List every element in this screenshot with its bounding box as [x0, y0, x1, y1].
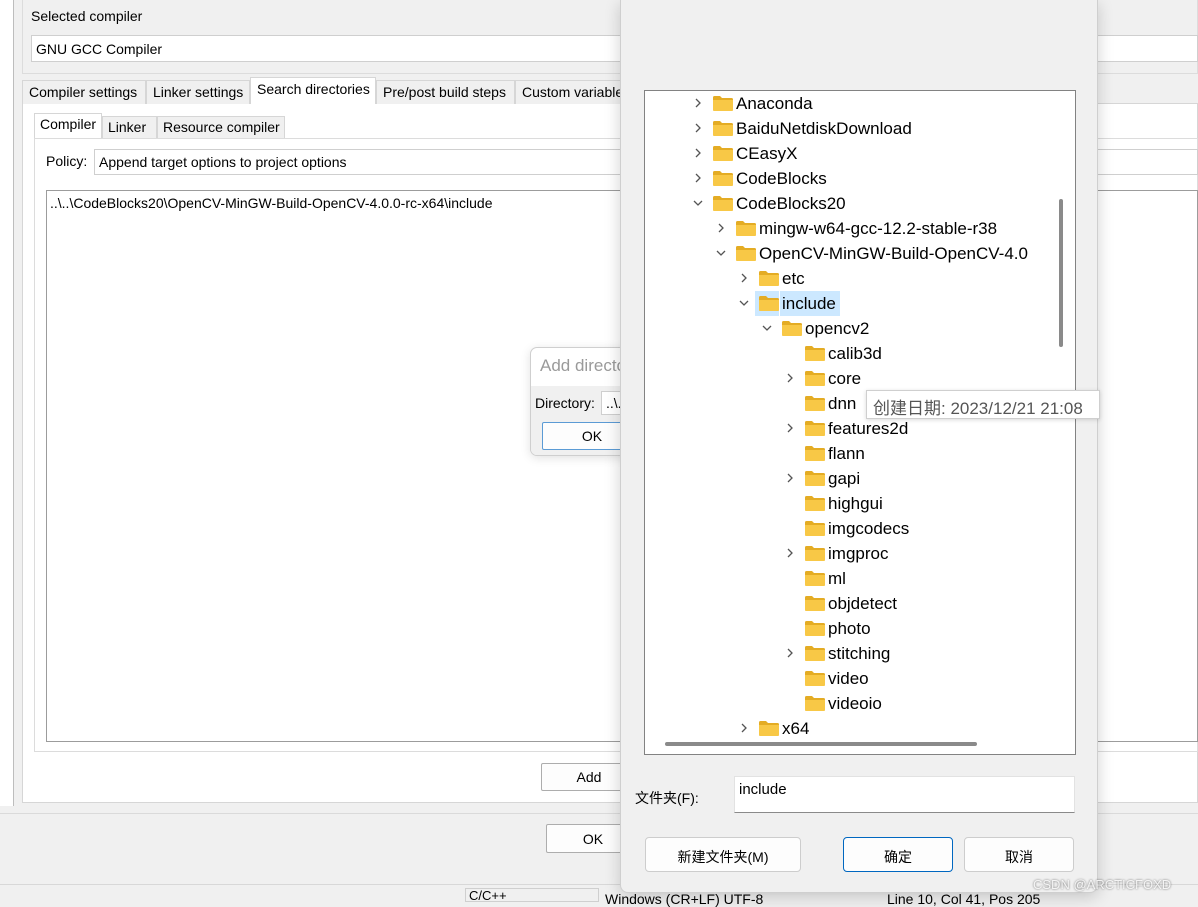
folder-tree-item-label: CEasyX	[736, 144, 798, 163]
folder-tree-item-label: ml	[828, 569, 846, 588]
folder-icon	[805, 446, 825, 461]
folder-tree-item-label: imgcodecs	[828, 519, 910, 538]
selected-compiler-label: Selected compiler	[31, 8, 143, 24]
tab-custom-variables[interactable]: Custom variable	[515, 80, 625, 104]
tab-compiler-settings[interactable]: Compiler settings	[22, 80, 146, 104]
folder-icon	[713, 121, 733, 136]
folder-tree-item-label: objdetect	[828, 594, 897, 613]
folder-icon	[805, 396, 825, 411]
folder-name-input[interactable]: include	[734, 776, 1075, 813]
folder-icon	[805, 521, 825, 536]
folder-tree-item-label: OpenCV-MinGW-Build-OpenCV-4.0	[759, 244, 1028, 263]
chevron-right-icon[interactable]	[785, 373, 795, 383]
folder-icon	[736, 246, 756, 261]
directory-list-item[interactable]: ..\..\CodeBlocks20\OpenCV-MinGW-Build-Op…	[50, 195, 493, 211]
folder-label: 文件夹(F):	[635, 790, 699, 806]
folder-tree-item-label: imgproc	[828, 544, 889, 563]
folder-tree-item-label: photo	[828, 619, 871, 638]
browse-folder-dialog: Anaconda BaiduNetdiskDownload CEasyX CodeBl…	[620, 0, 1098, 893]
folder-icon	[759, 271, 779, 286]
folder-icon	[805, 596, 825, 611]
folder-tree-item-label: gapi	[828, 469, 861, 488]
folder-icon	[805, 471, 825, 486]
folder-tree-item-label: x64	[782, 719, 810, 738]
folder-tree-item-label: flann	[828, 444, 865, 463]
folder-tree-item-label: Anaconda	[736, 94, 813, 113]
horizontal-scrollbar[interactable]	[665, 742, 977, 746]
folder-icon	[805, 346, 825, 361]
folder-icon	[782, 321, 802, 336]
chevron-right-icon[interactable]	[785, 548, 795, 558]
subtab-compiler[interactable]: Compiler	[34, 113, 102, 138]
cancel-button[interactable]: 取消	[964, 837, 1074, 872]
folder-tree-item-label: opencv2	[805, 319, 870, 338]
folder-tree-item-label: BaiduNetdiskDownload	[736, 119, 912, 138]
folder-icon	[805, 696, 825, 711]
folder-tree-item-label: CodeBlocks	[736, 169, 827, 188]
chevron-right-icon[interactable]	[693, 123, 703, 133]
chevron-down-icon[interactable]	[762, 323, 772, 333]
folder-icon	[805, 646, 825, 661]
folder-icon	[713, 146, 733, 161]
folder-tree-item-label: dnn	[828, 394, 857, 413]
chevron-right-icon[interactable]	[693, 98, 703, 108]
chevron-down-icon[interactable]	[693, 198, 703, 208]
folder-tree-item-label: CodeBlocks20	[736, 194, 846, 213]
subtab-resource-compiler[interactable]: Resource compiler	[157, 116, 285, 138]
folder-tree-item-label: stitching	[828, 644, 891, 663]
directory-label: Directory:	[535, 395, 595, 411]
folder-tree-item-label: include	[780, 291, 840, 316]
vertical-scrollbar[interactable]	[1059, 199, 1063, 347]
folder-tree-item-label: videoio	[828, 694, 882, 713]
folder-tree-item-label: etc	[782, 269, 805, 288]
folder-tree-item-label: mingw-w64-gcc-12.2-stable-r38	[759, 219, 998, 238]
chevron-right-icon[interactable]	[693, 173, 703, 183]
chevron-right-icon[interactable]	[785, 648, 795, 658]
created-date-tooltip: 创建日期: 2023/12/21 21:08	[866, 390, 1100, 419]
policy-label: Policy:	[46, 153, 88, 169]
folder-tree-item-label: features2d	[828, 419, 909, 438]
chevron-right-icon[interactable]	[739, 723, 749, 733]
chevron-right-icon[interactable]	[785, 423, 795, 433]
folder-tree-item-label: highgui	[828, 494, 883, 513]
chevron-down-icon[interactable]	[739, 298, 749, 308]
folder-icon	[713, 171, 733, 186]
status-encoding: Windows (CR+LF) UTF-8	[605, 891, 764, 907]
folder-icon	[805, 546, 825, 561]
status-language: C/C++	[465, 888, 599, 902]
subtab-linker[interactable]: Linker	[102, 116, 157, 138]
chevron-down-icon[interactable]	[716, 248, 726, 258]
chevron-right-icon[interactable]	[716, 223, 726, 233]
tab-search-directories[interactable]: Search directories	[250, 77, 376, 104]
chevron-right-icon[interactable]	[785, 473, 795, 483]
new-folder-button[interactable]: 新建文件夹(M)	[645, 837, 801, 872]
folder-icon	[805, 496, 825, 511]
folder-icon	[713, 96, 733, 111]
folder-tree-view[interactable]: Anaconda BaiduNetdiskDownload CEasyX CodeBl…	[644, 90, 1076, 755]
folder-icon	[759, 721, 779, 736]
folder-icon	[713, 196, 733, 211]
watermark: CSDN @ARCTICFOXD	[1033, 877, 1172, 892]
folder-tree-item-label: video	[828, 669, 869, 688]
folder-tree-item-label: calib3d	[828, 344, 882, 363]
confirm-button[interactable]: 确定	[843, 837, 953, 872]
chevron-right-icon[interactable]	[693, 148, 703, 158]
left-panel-strip	[0, 0, 14, 806]
folder-icon	[736, 221, 756, 236]
chevron-right-icon[interactable]	[739, 273, 749, 283]
tab-pre-post-build-steps[interactable]: Pre/post build steps	[376, 80, 515, 104]
folder-icon	[805, 571, 825, 586]
folder-icon	[805, 371, 825, 386]
folder-icon	[805, 671, 825, 686]
folder-icon	[805, 421, 825, 436]
tab-linker-settings[interactable]: Linker settings	[146, 80, 250, 104]
folder-icon	[759, 296, 779, 311]
folder-icon	[805, 621, 825, 636]
status-position: Line 10, Col 41, Pos 205	[887, 891, 1041, 907]
folder-tree-item-label: core	[828, 369, 862, 388]
